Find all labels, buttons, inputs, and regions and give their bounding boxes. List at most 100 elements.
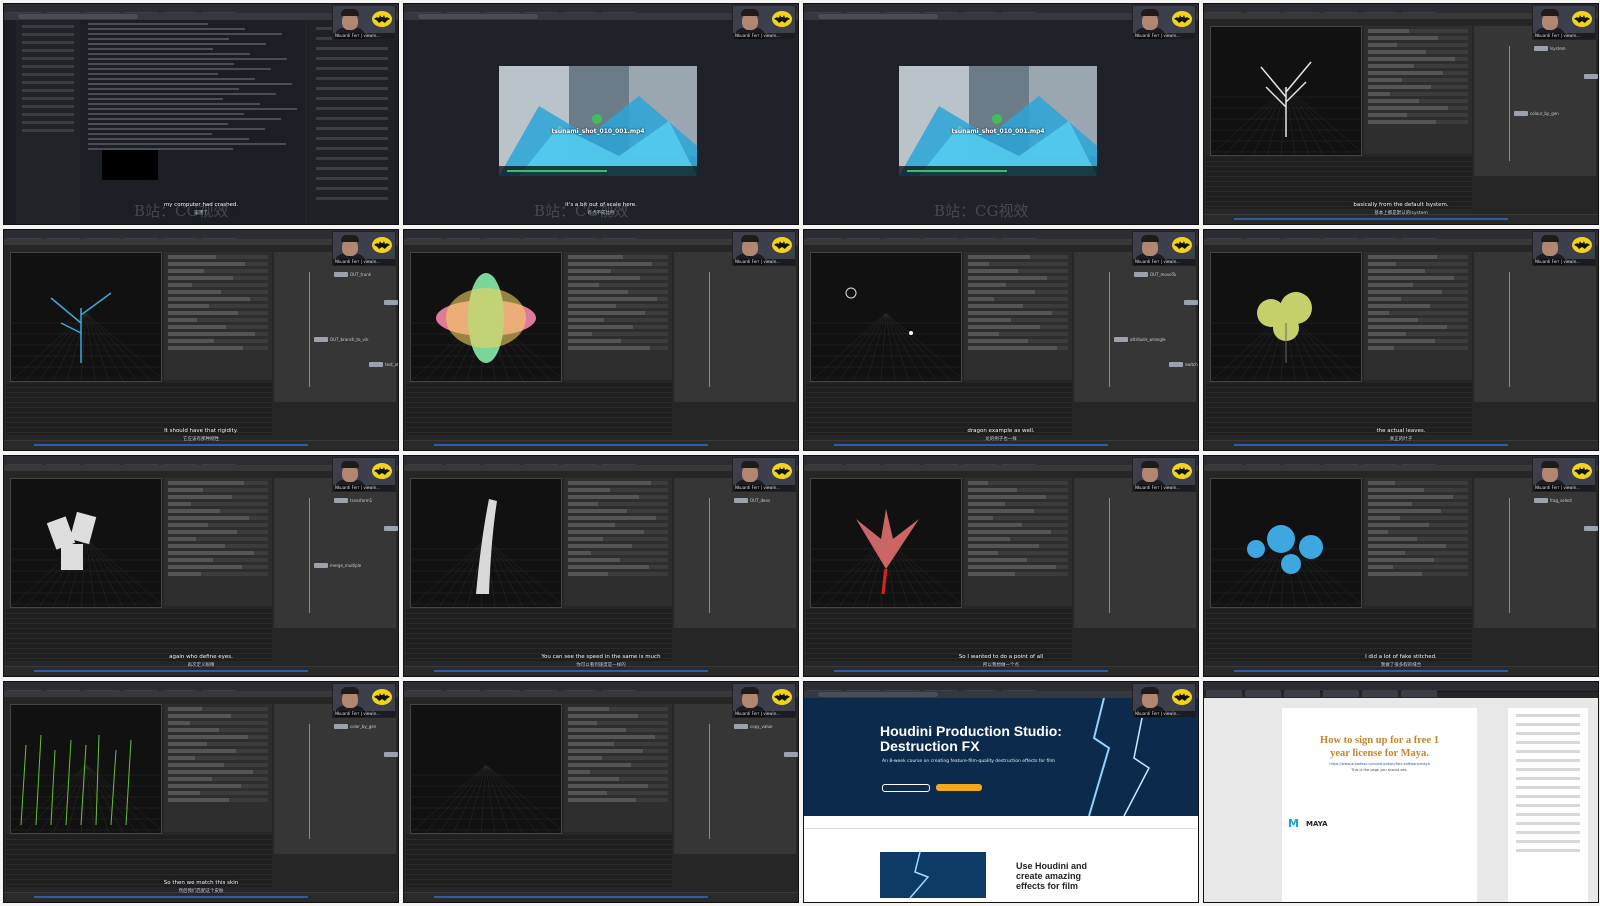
- thumbnail-tile[interactable]: Nkuardi Ferr | viewin...: [403, 229, 799, 451]
- parameter-slider[interactable]: [968, 339, 1028, 343]
- parameter-row[interactable]: [168, 770, 268, 774]
- tool-item[interactable]: [1516, 831, 1580, 834]
- parameter-row[interactable]: [168, 565, 268, 569]
- tool-item[interactable]: [1516, 714, 1580, 717]
- network-node[interactable]: [384, 300, 398, 305]
- parameter-panel[interactable]: [164, 478, 272, 606]
- parameter-slider[interactable]: [568, 269, 611, 273]
- parameter-row[interactable]: [168, 735, 268, 739]
- network-editor[interactable]: transform1split1merge_multiple: [274, 478, 398, 628]
- parameter-slider[interactable]: [168, 283, 192, 287]
- parameter-row[interactable]: [1368, 36, 1468, 40]
- parameter-slider[interactable]: [168, 763, 224, 767]
- parameter-slider[interactable]: [168, 558, 213, 562]
- parameter-slider[interactable]: [568, 742, 614, 746]
- parameter-row[interactable]: [168, 332, 268, 336]
- outline-button[interactable]: [882, 784, 930, 792]
- thumbnail-tile[interactable]: color_by_genrotate_by_genNkuardi Ferr | …: [3, 681, 399, 903]
- viewport-canvas[interactable]: [11, 479, 161, 607]
- parameter-slider[interactable]: [1368, 304, 1430, 308]
- parameter-slider[interactable]: [1368, 332, 1406, 336]
- parameter-panel[interactable]: [964, 252, 1072, 380]
- parameter-row[interactable]: [168, 325, 268, 329]
- member-item[interactable]: [316, 67, 388, 70]
- parameter-row[interactable]: [1368, 311, 1468, 315]
- workspace-sidebar[interactable]: [4, 20, 16, 224]
- parameter-slider[interactable]: [1368, 57, 1455, 61]
- browser-tab[interactable]: [1323, 690, 1359, 697]
- parameter-row[interactable]: [168, 558, 268, 562]
- parameter-slider[interactable]: [1368, 558, 1434, 562]
- parameter-row[interactable]: [568, 283, 668, 287]
- parameter-row[interactable]: [968, 509, 1068, 513]
- parameter-row[interactable]: [568, 756, 668, 760]
- network-node[interactable]: [334, 498, 348, 503]
- timeline-bar[interactable]: [1234, 218, 1508, 220]
- parameter-slider[interactable]: [1368, 565, 1393, 569]
- network-node[interactable]: [1114, 337, 1128, 342]
- viewport-canvas[interactable]: [1211, 479, 1361, 607]
- parameter-row[interactable]: [568, 523, 668, 527]
- channel-item[interactable]: [22, 89, 74, 92]
- parameter-panel[interactable]: [1364, 252, 1472, 380]
- parameter-slider[interactable]: [568, 509, 627, 513]
- parameter-slider[interactable]: [968, 269, 1018, 273]
- scene-viewport[interactable]: [810, 252, 962, 382]
- parameter-row[interactable]: [568, 544, 668, 548]
- attached-image[interactable]: [102, 150, 158, 180]
- parameter-row[interactable]: [568, 763, 668, 767]
- timeline-bar[interactable]: [834, 670, 1108, 672]
- parameter-row[interactable]: [568, 502, 668, 506]
- channel-item[interactable]: [22, 73, 74, 76]
- thumbnail-tile[interactable]: Nkuardi Ferr | viewin... the actual leave…: [1203, 229, 1599, 451]
- tool-item[interactable]: [1516, 759, 1580, 762]
- parameter-row[interactable]: [168, 262, 268, 266]
- parameter-row[interactable]: [168, 516, 268, 520]
- parameter-row[interactable]: [968, 325, 1068, 329]
- parameter-slider[interactable]: [168, 332, 255, 336]
- parameter-row[interactable]: [568, 297, 668, 301]
- viewport-canvas[interactable]: [811, 253, 961, 381]
- thumbnail-tile[interactable]: copy_valuemaskNkuardi Ferr | viewin...: [403, 681, 799, 903]
- parameter-slider[interactable]: [1368, 50, 1426, 54]
- parameter-row[interactable]: [568, 798, 668, 802]
- channel-item[interactable]: [22, 113, 74, 116]
- parameter-row[interactable]: [568, 509, 668, 513]
- parameter-panel[interactable]: [164, 704, 272, 832]
- member-item[interactable]: [316, 127, 388, 130]
- parameter-slider[interactable]: [568, 332, 592, 336]
- parameter-row[interactable]: [168, 304, 268, 308]
- parameter-row[interactable]: [1368, 318, 1468, 322]
- scene-viewport[interactable]: [410, 704, 562, 834]
- parameter-slider[interactable]: [568, 544, 632, 548]
- parameter-slider[interactable]: [168, 502, 191, 506]
- parameter-slider[interactable]: [568, 756, 602, 760]
- parameter-row[interactable]: [1368, 502, 1468, 506]
- tool-item[interactable]: [1516, 822, 1580, 825]
- tool-item[interactable]: [1516, 741, 1580, 744]
- network-editor[interactable]: frag_selectalfa: [1474, 478, 1598, 628]
- parameter-slider[interactable]: [168, 516, 249, 520]
- parameter-row[interactable]: [168, 791, 268, 795]
- parameter-slider[interactable]: [568, 572, 608, 576]
- parameter-row[interactable]: [568, 735, 668, 739]
- parameter-row[interactable]: [568, 572, 668, 576]
- parameter-slider[interactable]: [568, 735, 655, 739]
- parameter-slider[interactable]: [1368, 530, 1388, 534]
- viewport-canvas[interactable]: [411, 705, 561, 833]
- thumbnail-tile[interactable]: Nkuardi Ferr | viewin... my computer had …: [3, 3, 399, 225]
- parameter-slider[interactable]: [568, 297, 657, 301]
- parameter-row[interactable]: [1368, 269, 1468, 273]
- tool-item[interactable]: [1516, 849, 1580, 852]
- parameter-row[interactable]: [168, 777, 268, 781]
- parameter-slider[interactable]: [168, 770, 253, 774]
- viewport-canvas[interactable]: [411, 479, 561, 607]
- parameter-row[interactable]: [1368, 572, 1468, 576]
- parameter-row[interactable]: [1368, 530, 1468, 534]
- parameter-row[interactable]: [168, 784, 268, 788]
- parameter-slider[interactable]: [168, 707, 202, 711]
- url-field[interactable]: [418, 14, 538, 19]
- parameter-row[interactable]: [568, 558, 668, 562]
- network-node[interactable]: [369, 362, 383, 367]
- parameter-slider[interactable]: [168, 728, 219, 732]
